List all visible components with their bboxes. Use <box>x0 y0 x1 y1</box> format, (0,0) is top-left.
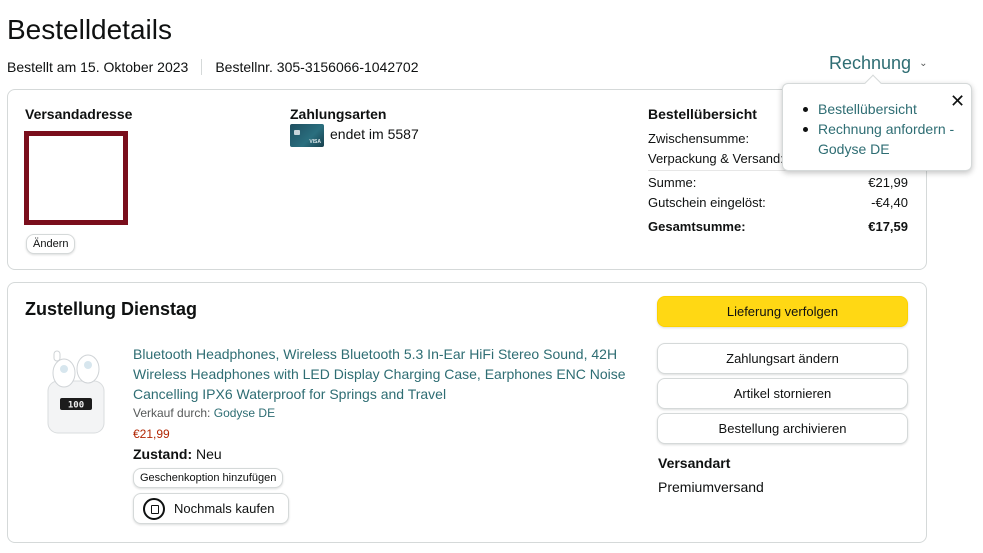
archive-order-button[interactable]: Bestellung archivieren <box>657 413 908 444</box>
product-condition: Zustand: Neu <box>133 446 222 462</box>
invoice-popover: Bestellübersicht Rechnung anfordern - Go… <box>782 74 972 171</box>
cancel-item-button[interactable]: Artikel stornieren <box>657 378 908 409</box>
card-chip <box>294 130 300 135</box>
summary-label-voucher: Gutschein eingelöst: <box>648 195 766 210</box>
summary-label-sum: Summe: <box>648 175 697 190</box>
product-image[interactable]: 100 <box>40 343 110 435</box>
product-title-link[interactable]: Bluetooth Headphones, Wireless Bluetooth… <box>133 344 633 404</box>
buy-again-icon <box>143 497 165 520</box>
order-meta: Bestellt am 15. Oktober 2023 Bestellnr. … <box>7 59 419 75</box>
buy-again-button[interactable]: Nochmals kaufen <box>133 493 289 524</box>
chevron-down-icon: ⌄ <box>919 58 928 69</box>
summary-value-voucher: -€4,40 <box>871 195 908 210</box>
page-title: Bestelldetails <box>7 14 172 45</box>
case-display-text: 100 <box>68 401 84 411</box>
order-number: Bestellnr. 305-3156066-1042702 <box>215 59 419 75</box>
track-delivery-button[interactable]: Lieferung verfolgen <box>657 296 908 327</box>
seller-link[interactable]: Godyse DE <box>214 406 275 420</box>
invoice-menu-list: Bestellübersicht Rechnung anfordern - Go… <box>801 99 961 159</box>
product-price: €21,99 <box>133 427 170 441</box>
invoice-menu-item-summary[interactable]: Bestellübersicht <box>801 99 961 119</box>
shipping-method-value: Premiumversand <box>658 479 764 495</box>
condition-label: Zustand: <box>133 446 193 462</box>
redacted-address <box>24 131 128 225</box>
delivery-heading: Zustellung Dienstag <box>25 299 198 319</box>
summary-value-sum: €21,99 <box>868 175 908 190</box>
invoice-dropdown-label: Rechnung <box>829 53 912 73</box>
shipping-method-label: Versandart <box>658 455 731 471</box>
card-ending: endet im 5587 <box>330 126 419 142</box>
payment-heading: Zahlungsarten <box>290 106 387 122</box>
summary-label-shipping: Verpackung & Versand: <box>648 151 784 166</box>
change-payment-button[interactable]: Zahlungsart ändern <box>657 343 908 374</box>
invoice-dropdown[interactable]: Rechnung ⌄ <box>829 53 927 74</box>
invoice-menu-item-request-invoice[interactable]: Rechnung anfordern - Godyse DE <box>801 119 961 159</box>
summary-heading: Bestellübersicht <box>648 106 757 122</box>
change-address-button[interactable]: Ändern <box>26 234 76 254</box>
gift-option-button[interactable]: Geschenkoption hinzufügen <box>133 468 284 488</box>
summary-label-subtotal: Zwischensumme: <box>648 131 750 146</box>
order-date: Bestellt am 15. Oktober 2023 <box>7 59 189 75</box>
summary-label-total: Gesamtsumme: <box>648 219 746 234</box>
summary-value-total: €17,59 <box>868 219 908 234</box>
credit-card-icon: VISA <box>290 124 324 147</box>
shipping-address-heading: Versandadresse <box>25 106 133 122</box>
popover-arrow <box>864 74 882 92</box>
card-brand: VISA <box>309 139 321 145</box>
condition-value: Neu <box>196 446 222 462</box>
seller-label: Verkauf durch: <box>133 406 211 420</box>
divider <box>201 59 203 75</box>
seller-line: Verkauf durch: Godyse DE <box>133 406 275 420</box>
close-icon[interactable]: ✕ <box>950 91 965 112</box>
buy-again-label: Nochmals kaufen <box>174 501 275 516</box>
